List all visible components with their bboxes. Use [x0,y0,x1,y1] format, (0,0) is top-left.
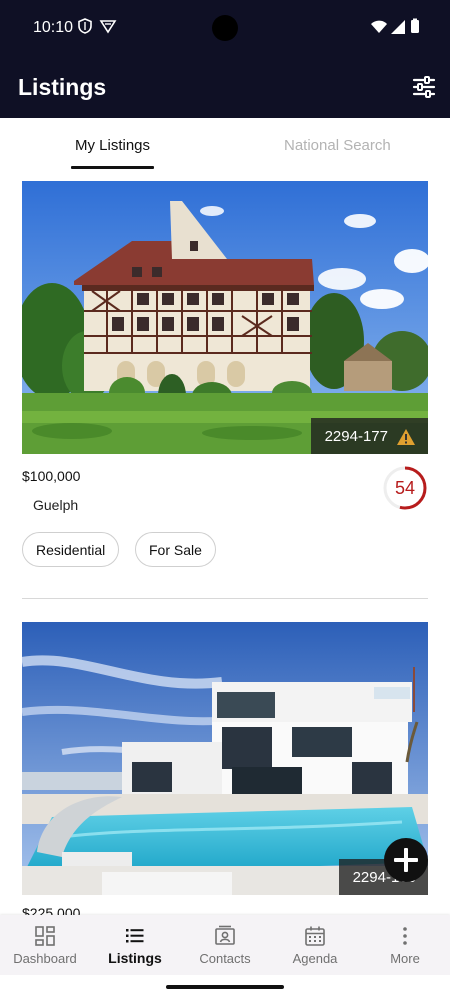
nav-dashboard-label: Dashboard [13,951,77,966]
camera-cutout [212,15,238,41]
modern-villa-pool-image [22,622,428,895]
nav-more[interactable]: More [360,915,450,975]
wifi-icon [371,20,387,33]
bottom-navigation: Dashboard Listings Contacts Agenda More [0,915,450,975]
tag-chip-for-sale[interactable]: For Sale [135,532,216,567]
calendar-icon [305,926,325,946]
listing-price: $100,000 [22,468,81,484]
nav-dashboard[interactable]: Dashboard [0,915,90,975]
listing-photo[interactable]: 2294-166 [22,622,428,895]
status-time: 10:10 [33,19,74,36]
tab-national-search[interactable]: National Search [284,137,391,154]
battery-icon [411,18,419,33]
active-tab-indicator [71,166,154,169]
listing-card[interactable]: 2294-166 $225,000 [22,622,428,922]
mls-number-badge: 2294-177 [310,418,428,454]
listing-photo[interactable]: 2294-177 [22,181,428,454]
nav-agenda[interactable]: Agenda [270,915,360,975]
warning-icon [397,429,415,445]
app-screen: 10:10 Listings My Listings National Sear… [0,0,450,1000]
home-indicator[interactable] [166,985,284,989]
page-title: Listings [18,74,107,100]
add-listing-button[interactable] [384,838,428,882]
nav-more-label: More [390,951,420,966]
mls-number: 2294-177 [324,428,388,445]
listing-divider [22,598,428,599]
nav-listings-label: Listings [108,950,162,966]
listing-score-value: 54 [395,478,415,498]
listing-tabs: My Listings National Search [0,118,450,172]
vpn-status-icon [99,20,117,34]
tab-my-listings[interactable]: My Listings [75,137,150,154]
nav-contacts-label: Contacts [199,951,251,966]
nav-agenda-label: Agenda [292,951,338,966]
contact-card-icon [215,925,235,945]
status-bar: 10:10 [0,0,450,56]
nav-contacts[interactable]: Contacts [180,915,270,975]
signal-icon [391,20,405,34]
more-vertical-icon [403,927,407,945]
listing-city: Guelph [33,497,79,513]
app-header: 10:10 Listings [0,0,450,118]
list-icon [126,929,144,943]
shield-status-icon [78,18,92,34]
plus-icon [394,848,418,872]
nav-listings[interactable]: Listings [90,915,180,975]
listing-card[interactable]: 2294-177 $100,000 Guelph 54 Residential … [22,181,428,581]
timber-frame-house-image [22,181,428,454]
listing-score-ring: 54 [383,466,427,510]
dashboard-icon [35,926,55,946]
tag-chip-residential[interactable]: Residential [22,532,120,567]
filter-sliders-icon[interactable] [412,76,436,98]
